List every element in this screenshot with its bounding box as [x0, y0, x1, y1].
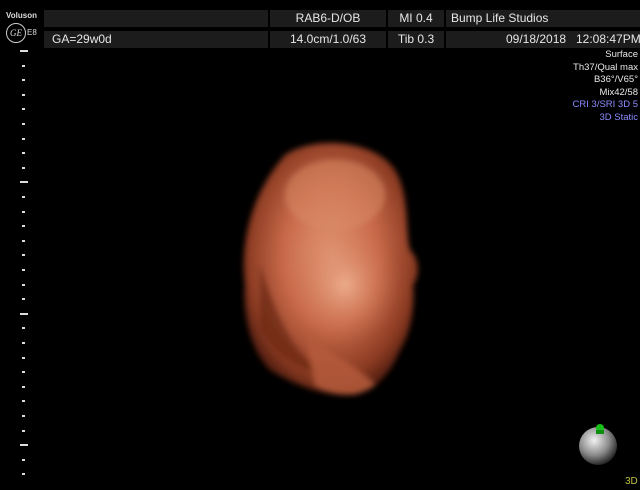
- ruler-tick: [22, 166, 25, 169]
- ruler-tick: [22, 210, 25, 213]
- tib-value: Tib 0.3: [388, 31, 444, 48]
- ruler-tick: [22, 400, 25, 403]
- ruler-tick: [22, 79, 25, 82]
- header-blank-cell: [44, 10, 268, 27]
- datetime-cell: 09/18/2018 12:08:47PM: [446, 31, 640, 48]
- gestational-age: GA=29w0d: [44, 31, 268, 48]
- ruler-tick: [22, 137, 25, 140]
- orientation-sphere-icon[interactable]: [576, 420, 622, 466]
- ruler-tick: [20, 181, 28, 184]
- ruler-tick: [22, 108, 25, 111]
- ruler-tick: [22, 342, 25, 344]
- ruler-tick: [22, 415, 25, 417]
- ruler-tick: [22, 196, 25, 198]
- ruler-tick: [22, 225, 25, 228]
- depth-ruler: [20, 50, 32, 480]
- render-param: B36°/V65°: [593, 74, 638, 85]
- ruler-tick: [22, 254, 25, 257]
- ruler-tick: [20, 444, 28, 447]
- mode-tag: 3D: [625, 476, 638, 487]
- fetal-3d-render: [243, 143, 418, 396]
- render-param: CRI 3/SRI 3D 5: [572, 99, 638, 110]
- header-row-1: RAB6-D/OB MI 0.4 Bump Life Studios: [0, 10, 640, 27]
- ruler-tick: [22, 473, 25, 476]
- depth-value: 14.0cm/1.0/63: [270, 31, 386, 48]
- preset-label: RAB6-D/OB: [270, 10, 386, 27]
- render-parameters: Surface Th37/Qual max B36°/V65° Mix42/58 CRI…: [573, 49, 638, 124]
- ruler-tick: [22, 93, 25, 96]
- ruler-tick: [22, 269, 25, 271]
- studio-name: Bump Life Studios: [446, 10, 640, 27]
- render-param: Mix42/58: [599, 86, 638, 98]
- ruler-tick: [22, 327, 25, 330]
- header-row-2: GA=29w0d 14.0cm/1.0/63 Tib 0.3 09/18/201…: [0, 31, 640, 48]
- ruler-tick: [22, 283, 25, 286]
- ruler-tick: [22, 152, 25, 155]
- ruler-tick: [22, 371, 25, 374]
- ruler-tick: [22, 385, 25, 388]
- ruler-tick: [22, 64, 25, 67]
- ruler-tick: [22, 239, 25, 242]
- ruler-tick: [22, 458, 25, 461]
- ruler-tick: [20, 312, 28, 315]
- cheek-highlight: [290, 225, 400, 345]
- mi-value: MI 0.4: [388, 10, 444, 27]
- render-param: 3D Static: [599, 111, 638, 123]
- render-param: Surface: [605, 49, 638, 60]
- ruler-tick: [20, 50, 28, 52]
- ruler-tick: [22, 429, 25, 432]
- forehead-highlight: [285, 160, 385, 230]
- ruler-tick: [22, 356, 25, 359]
- exam-date: 09/18/2018: [506, 32, 567, 46]
- exam-time: 12:08:47PM: [576, 32, 640, 46]
- render-param: Th37/Qual max: [573, 61, 638, 73]
- ruler-tick: [22, 298, 25, 301]
- ruler-tick: [22, 123, 25, 125]
